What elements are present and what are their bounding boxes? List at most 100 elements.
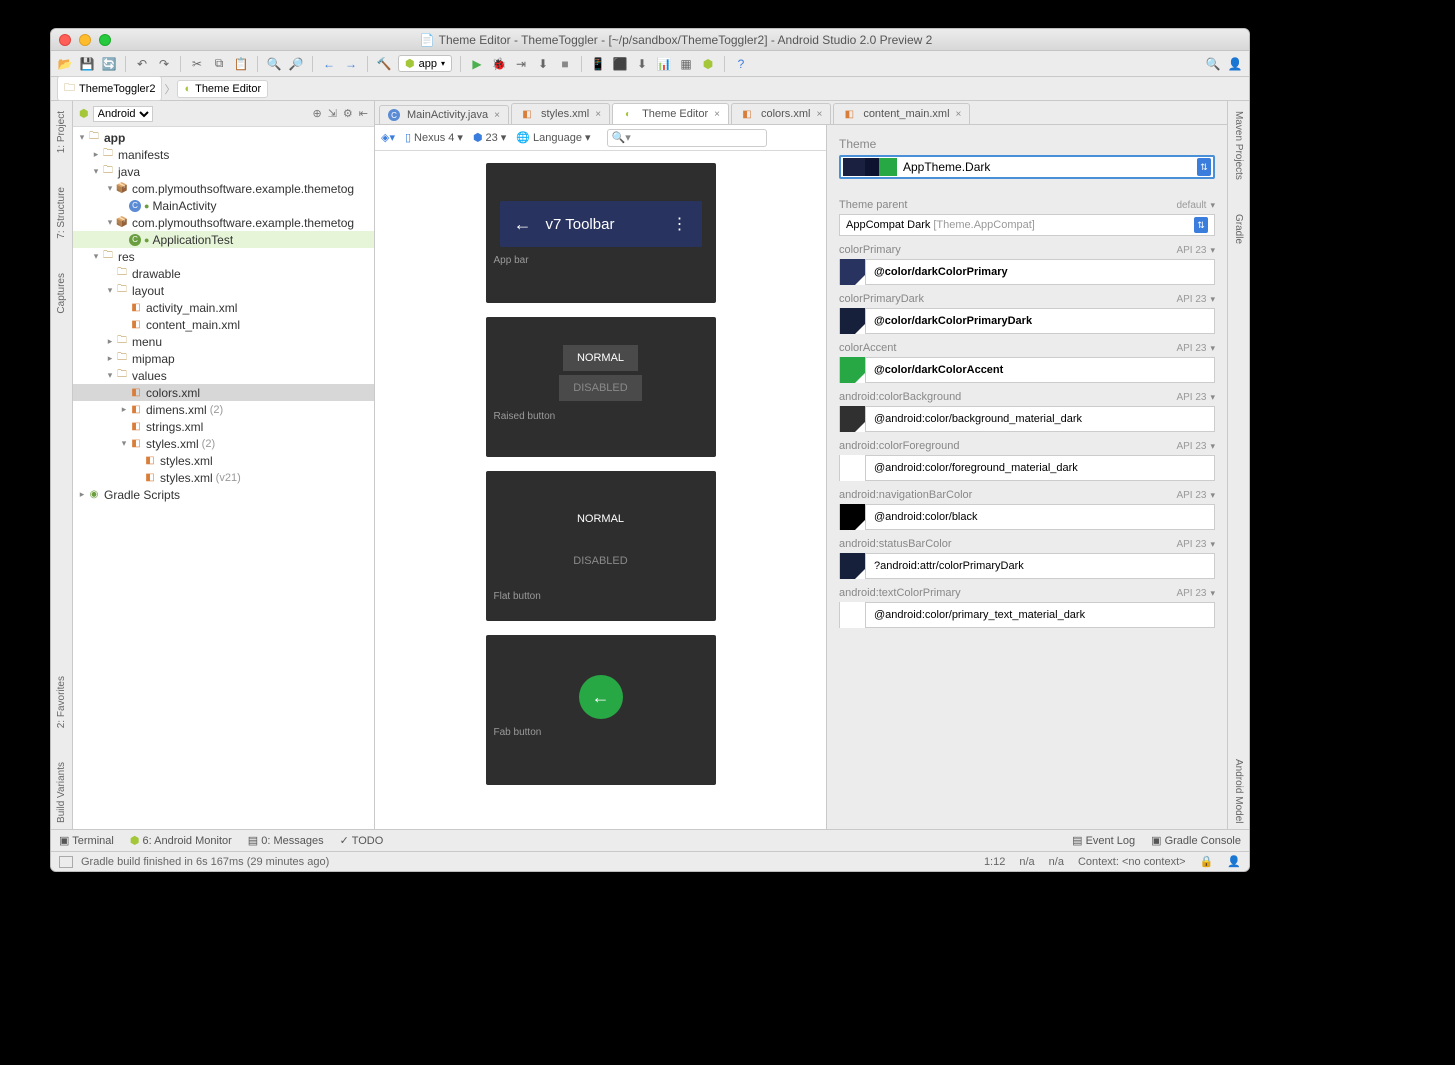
tool-tab-captures[interactable]: Captures [56,267,67,320]
tab-main-activity[interactable]: CMainActivity.java× [379,105,509,124]
run-icon[interactable]: ▶ [469,56,485,72]
profile-icon[interactable]: ⇥ [513,56,529,72]
tool-tab-structure[interactable]: 7: Structure [56,181,67,245]
orientation-selector[interactable]: ◈▾ [381,131,395,144]
tool-tab-gradle[interactable]: Gradle [1233,208,1244,250]
project-view-selector[interactable]: Android [93,106,153,122]
run-config-selector[interactable]: ⬢ app ▾ [398,55,452,72]
color-row[interactable]: @color/darkColorAccent [839,357,1215,383]
color-row[interactable]: @android:color/black [839,504,1215,530]
redo-icon[interactable]: ↷ [156,56,172,72]
right-tool-strip: Maven Projects Gradle Android Model [1227,101,1249,829]
tool-tab-terminal[interactable]: ▣ Terminal [59,834,114,847]
vcs-icon: ● [144,235,149,245]
tool-tab-messages[interactable]: ▤ 0: Messages [248,834,324,847]
close-icon[interactable]: × [494,110,500,121]
theme-selector[interactable]: AppTheme.Dark ⇅ [839,155,1215,179]
stop-icon[interactable]: ■ [557,56,573,72]
preview-search[interactable]: 🔍▾ [607,129,767,147]
save-icon[interactable]: 💾 [79,56,95,72]
close-icon[interactable]: × [714,109,720,120]
color-row[interactable]: ?android:attr/colorPrimaryDark [839,553,1215,579]
color-row[interactable]: @android:color/primary_text_material_dar… [839,602,1215,628]
close-icon[interactable]: × [816,109,822,120]
help-icon[interactable]: ? [733,56,749,72]
sdk-icon[interactable]: ⬛ [612,56,628,72]
tool-tab-android-model[interactable]: Android Model [1233,753,1244,829]
language-selector[interactable]: 🌐Language▾ [516,131,590,144]
paste-icon[interactable]: 📋 [233,56,249,72]
chevron-down-icon[interactable]: ▾ [1210,245,1215,256]
hector-icon[interactable]: 👤 [1227,855,1241,868]
copy-icon[interactable]: ⧉ [211,56,227,72]
target-icon[interactable]: ⊕ [312,107,321,120]
tool-tab-build-variants[interactable]: Build Variants [56,756,67,829]
lock-icon[interactable]: 🔒 [1200,855,1214,868]
make-icon[interactable]: 🔨 [376,56,392,72]
color-value: @color/darkColorAccent [866,364,1011,376]
tab-theme-editor[interactable]: ◐Theme Editor× [612,103,729,124]
sync-icon[interactable]: 🔄 [101,56,117,72]
android-icon: ⬢ [79,107,89,120]
attr-name: android:statusBarColor [839,538,952,550]
breadcrumb[interactable]: ◐Theme Editor [177,80,268,98]
gear-icon[interactable]: ⚙ [343,107,353,120]
tree-item-colors[interactable]: ◧colors.xml [73,384,374,401]
api-selector[interactable]: ⬢23▾ [473,131,506,144]
tool-tab-favorites[interactable]: 2: Favorites [56,670,67,734]
chevron-down-icon[interactable]: ▾ [1210,343,1215,354]
color-row[interactable]: @color/darkColorPrimary [839,259,1215,285]
monitor-icon[interactable]: 📊 [656,56,672,72]
chevron-down-icon[interactable]: ▾ [1210,200,1215,211]
chevron-down-icon: ⇅ [1197,158,1211,176]
tool-tab-event-log[interactable]: ▤ Event Log [1072,834,1135,847]
tool-tab-gradle-console[interactable]: ▣ Gradle Console [1151,834,1241,847]
chevron-down-icon[interactable]: ▾ [1210,392,1215,403]
tab-colors[interactable]: ◧colors.xml× [731,103,831,124]
tool-tab-maven[interactable]: Maven Projects [1233,105,1244,186]
avd-icon[interactable]: 📱 [590,56,606,72]
preview-fab-card: ← Fab button [486,635,716,785]
status-icon[interactable] [59,856,73,868]
undo-icon[interactable]: ↶ [134,56,150,72]
collapse-icon[interactable]: ⇲ [328,107,337,120]
close-icon[interactable]: × [595,109,601,120]
close-icon[interactable]: × [956,109,962,120]
chevron-down-icon[interactable]: ▾ [1210,441,1215,452]
back-icon[interactable]: ← [321,56,337,72]
status-bar: Gradle build finished in 6s 167ms (29 mi… [51,851,1249,871]
chevron-down-icon[interactable]: ▾ [1210,539,1215,550]
open-icon[interactable]: 📂 [57,56,73,72]
color-row[interactable]: @android:color/background_material_dark [839,406,1215,432]
tool-tab-project[interactable]: 1: Project [56,105,67,159]
window-maximize-button[interactable] [99,34,111,46]
device-selector[interactable]: ▯Nexus 4▾ [405,131,463,144]
window-minimize-button[interactable] [79,34,91,46]
attach-icon[interactable]: ⬇ [535,56,551,72]
debug-icon[interactable]: 🐞 [491,56,507,72]
user-icon[interactable]: 👤 [1227,56,1243,72]
ddms-icon[interactable]: ⬇ [634,56,650,72]
android-icon-2[interactable]: ⬢ [700,56,716,72]
preview-canvas: ← v7 Toolbar ⋮ App bar NORMAL DISABLED R… [375,151,826,829]
project-tree[interactable]: ▾🗀app ▸🗀manifests ▾🗀java ▾📦com.plymouths… [73,127,374,829]
tab-styles[interactable]: ◧styles.xml× [511,103,610,124]
color-row[interactable]: @android:color/foreground_material_dark [839,455,1215,481]
tool-tab-android-monitor[interactable]: ⬢ 6: Android Monitor [130,834,232,847]
tool-tab-todo[interactable]: ✓ TODO [340,834,384,847]
tab-content-main[interactable]: ◧content_main.xml× [833,103,970,124]
search-everywhere-icon[interactable]: 🔍 [1205,56,1221,72]
window-close-button[interactable] [59,34,71,46]
chevron-down-icon[interactable]: ▾ [1210,490,1215,501]
chevron-down-icon[interactable]: ▾ [1210,588,1215,599]
parent-selector[interactable]: AppCompat Dark[Theme.AppCompat] ⇅ [839,214,1215,236]
find-icon[interactable]: 🔍 [266,56,282,72]
replace-icon[interactable]: 🔎 [288,56,304,72]
cut-icon[interactable]: ✂ [189,56,205,72]
hide-icon[interactable]: ⇤ [359,107,368,120]
breadcrumb[interactable]: 🗀ThemeToggler2 [57,76,162,101]
chevron-down-icon[interactable]: ▾ [1210,294,1215,305]
layout-icon[interactable]: ▦ [678,56,694,72]
color-row[interactable]: @color/darkColorPrimaryDark [839,308,1215,334]
forward-icon[interactable]: → [343,56,359,72]
